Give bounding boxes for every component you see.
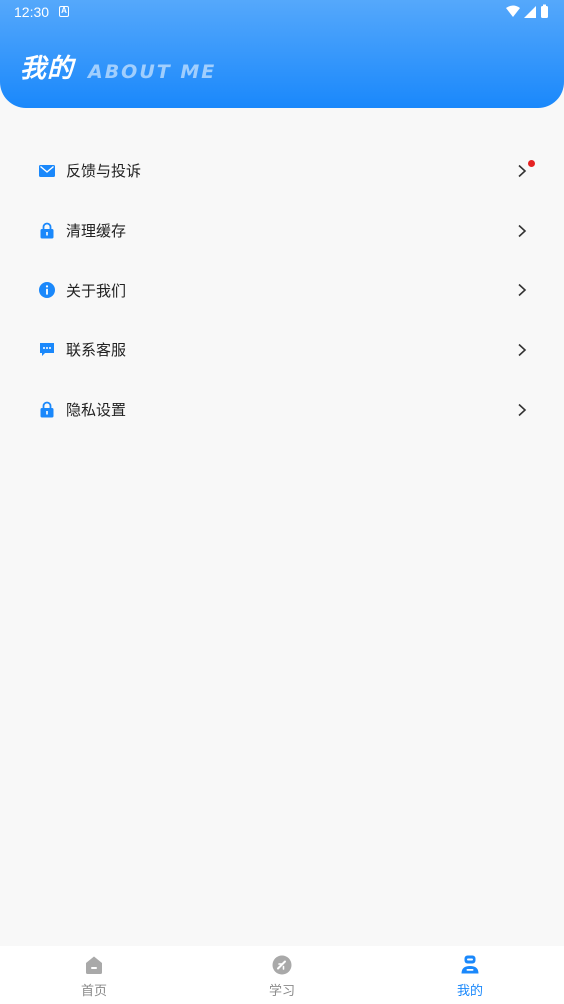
tab-label: 首页 xyxy=(80,984,107,999)
signal-icon xyxy=(524,6,536,18)
bottom-tab-bar: 首页 学习 我的 xyxy=(0,946,564,1004)
menu-item-label: 隐私设置 xyxy=(66,401,127,420)
menu-item-label: 清理缓存 xyxy=(66,222,127,241)
info-icon xyxy=(38,282,55,299)
status-bar: 12:30 A xyxy=(0,0,564,24)
chevron-right-icon xyxy=(518,343,527,356)
header: 12:30 A 我的 ABOUT ME xyxy=(0,0,564,108)
chevron-right-icon xyxy=(518,284,527,297)
status-time: 12:30 xyxy=(14,4,50,20)
wifi-icon xyxy=(506,5,520,17)
chat-icon xyxy=(38,341,55,358)
home-icon xyxy=(86,956,102,974)
lock-icon xyxy=(38,401,55,418)
page-title: 我的 xyxy=(20,54,75,84)
chevron-right-icon xyxy=(518,403,527,416)
menu-item-label: 反馈与投诉 xyxy=(66,162,142,181)
tab-label: 学习 xyxy=(268,984,295,999)
page-subtitle: ABOUT ME xyxy=(88,61,217,83)
battery-icon xyxy=(541,6,548,18)
tab-profile[interactable]: 我的 xyxy=(376,946,564,1004)
notification-app-icon: A xyxy=(59,6,69,17)
study-icon xyxy=(272,955,292,975)
tab-study[interactable]: 学习 xyxy=(188,946,376,1004)
profile-icon xyxy=(461,955,479,974)
menu-item-customer-service[interactable]: 联系客服 xyxy=(0,320,564,380)
tab-home[interactable]: 首页 xyxy=(0,946,188,1004)
menu-list: 反馈与投诉 清理缓存 关于我们 联系客服 隐私设置 xyxy=(0,141,564,439)
menu-item-feedback[interactable]: 反馈与投诉 xyxy=(0,141,564,201)
menu-item-privacy-settings[interactable]: 隐私设置 xyxy=(0,380,564,440)
status-indicators xyxy=(506,4,548,18)
mail-icon xyxy=(38,162,55,179)
lock-icon xyxy=(38,222,55,239)
tab-label: 我的 xyxy=(456,984,483,999)
chevron-right-icon xyxy=(518,164,527,177)
notification-badge xyxy=(528,160,535,167)
menu-item-label: 联系客服 xyxy=(66,341,127,360)
menu-item-about-us[interactable]: 关于我们 xyxy=(0,260,564,320)
menu-item-clear-cache[interactable]: 清理缓存 xyxy=(0,201,564,261)
chevron-right-icon xyxy=(518,224,527,237)
screen: 12:30 A 我的 ABOUT ME 反馈与投诉 清理缓存 关于我们 联系客服… xyxy=(0,0,564,1004)
menu-item-label: 关于我们 xyxy=(66,281,127,300)
